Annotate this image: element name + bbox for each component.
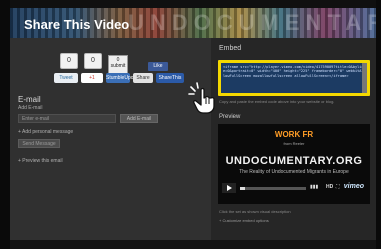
player-controls: ▮▮▮ HD ⛶ vimeo [222, 183, 366, 193]
send-message-button[interactable]: Send Message [18, 139, 60, 148]
embed-scrollbar[interactable] [362, 63, 367, 93]
bezel-left [0, 0, 10, 249]
embed-heading: Embed [219, 45, 242, 52]
dialog-body: 0 0 0 submit Like Tweet +1 StumbleUpon S… [10, 38, 376, 240]
preview-email-link[interactable]: + Preview this email [18, 158, 63, 164]
play-icon [227, 185, 232, 191]
embed-highlight: <iframe src="http://player.vimeo.com/vid… [218, 60, 370, 96]
banner-watermark: UNDOCUMENTARY [128, 10, 376, 35]
video-player[interactable]: WORK FR from Reeler UNDOCUMENTARY.ORG Th… [218, 124, 370, 204]
video-subtitle: The Reality of Undocumented Migrants in … [239, 169, 349, 175]
pointer-hand-icon [188, 82, 215, 114]
progress-fill [240, 187, 246, 190]
preview-heading: Preview [219, 114, 241, 120]
video-byline: from Reeler [283, 141, 305, 146]
embed-code-field[interactable]: <iframe src="http://player.vimeo.com/vid… [221, 63, 367, 93]
email-input[interactable]: Enter e-mail [18, 114, 116, 123]
play-button[interactable] [222, 183, 236, 193]
google-plus-button[interactable]: +1 [81, 73, 103, 83]
add-personal-message-link[interactable]: + Add personal message [18, 129, 73, 135]
embed-code-text: <iframe src="http://player.vimeo.com/vid… [223, 65, 364, 78]
email-heading: E-mail [18, 95, 41, 104]
share-counter: 0 [84, 53, 102, 69]
tweet-button[interactable]: Tweet [54, 73, 78, 83]
share-panel: 0 0 0 submit Like Tweet +1 StumbleUpon S… [10, 38, 211, 240]
player-caption: Click the set as shown visual descriptio… [219, 209, 291, 214]
stumbleupon-button[interactable]: StumbleUpon [106, 73, 136, 83]
volume-icon[interactable]: ▮▮▮ [310, 184, 318, 190]
dialog-header: UNDOCUMENTARY Share This Video [10, 8, 376, 38]
dialog-title: Share This Video [24, 17, 130, 32]
bezel-right [376, 0, 381, 249]
screen: UNDOCUMENTARY Share This Video 0 0 0 sub… [0, 0, 381, 249]
progress-bar[interactable] [240, 187, 306, 190]
vimeo-logo[interactable]: vimeo [344, 183, 364, 190]
video-title: WORK FR [274, 130, 314, 139]
embed-note: Copy and paste the embed code above into… [219, 99, 335, 104]
video-site-name: UNDOCUMENTARY.ORG [225, 155, 363, 167]
share-button[interactable]: Share [133, 73, 153, 83]
add-email-button[interactable]: Add E-mail [120, 114, 158, 123]
customize-embed-link[interactable]: + Customize embed options [219, 218, 269, 223]
hd-toggle[interactable]: HD [326, 184, 333, 190]
embed-panel: Embed <iframe src="http://player.vimeo.c… [211, 38, 376, 240]
fullscreen-icon[interactable]: ⛶ [336, 184, 340, 190]
share-counter: 0 [60, 53, 78, 69]
add-email-label: Add E-mail [18, 105, 43, 111]
bezel-top [0, 0, 381, 8]
sharethis-button[interactable]: ShareThis [156, 73, 184, 83]
bezel-bottom [10, 240, 376, 249]
facebook-like-button[interactable]: Like [148, 62, 168, 71]
submit-badge-label: submit [110, 63, 126, 69]
